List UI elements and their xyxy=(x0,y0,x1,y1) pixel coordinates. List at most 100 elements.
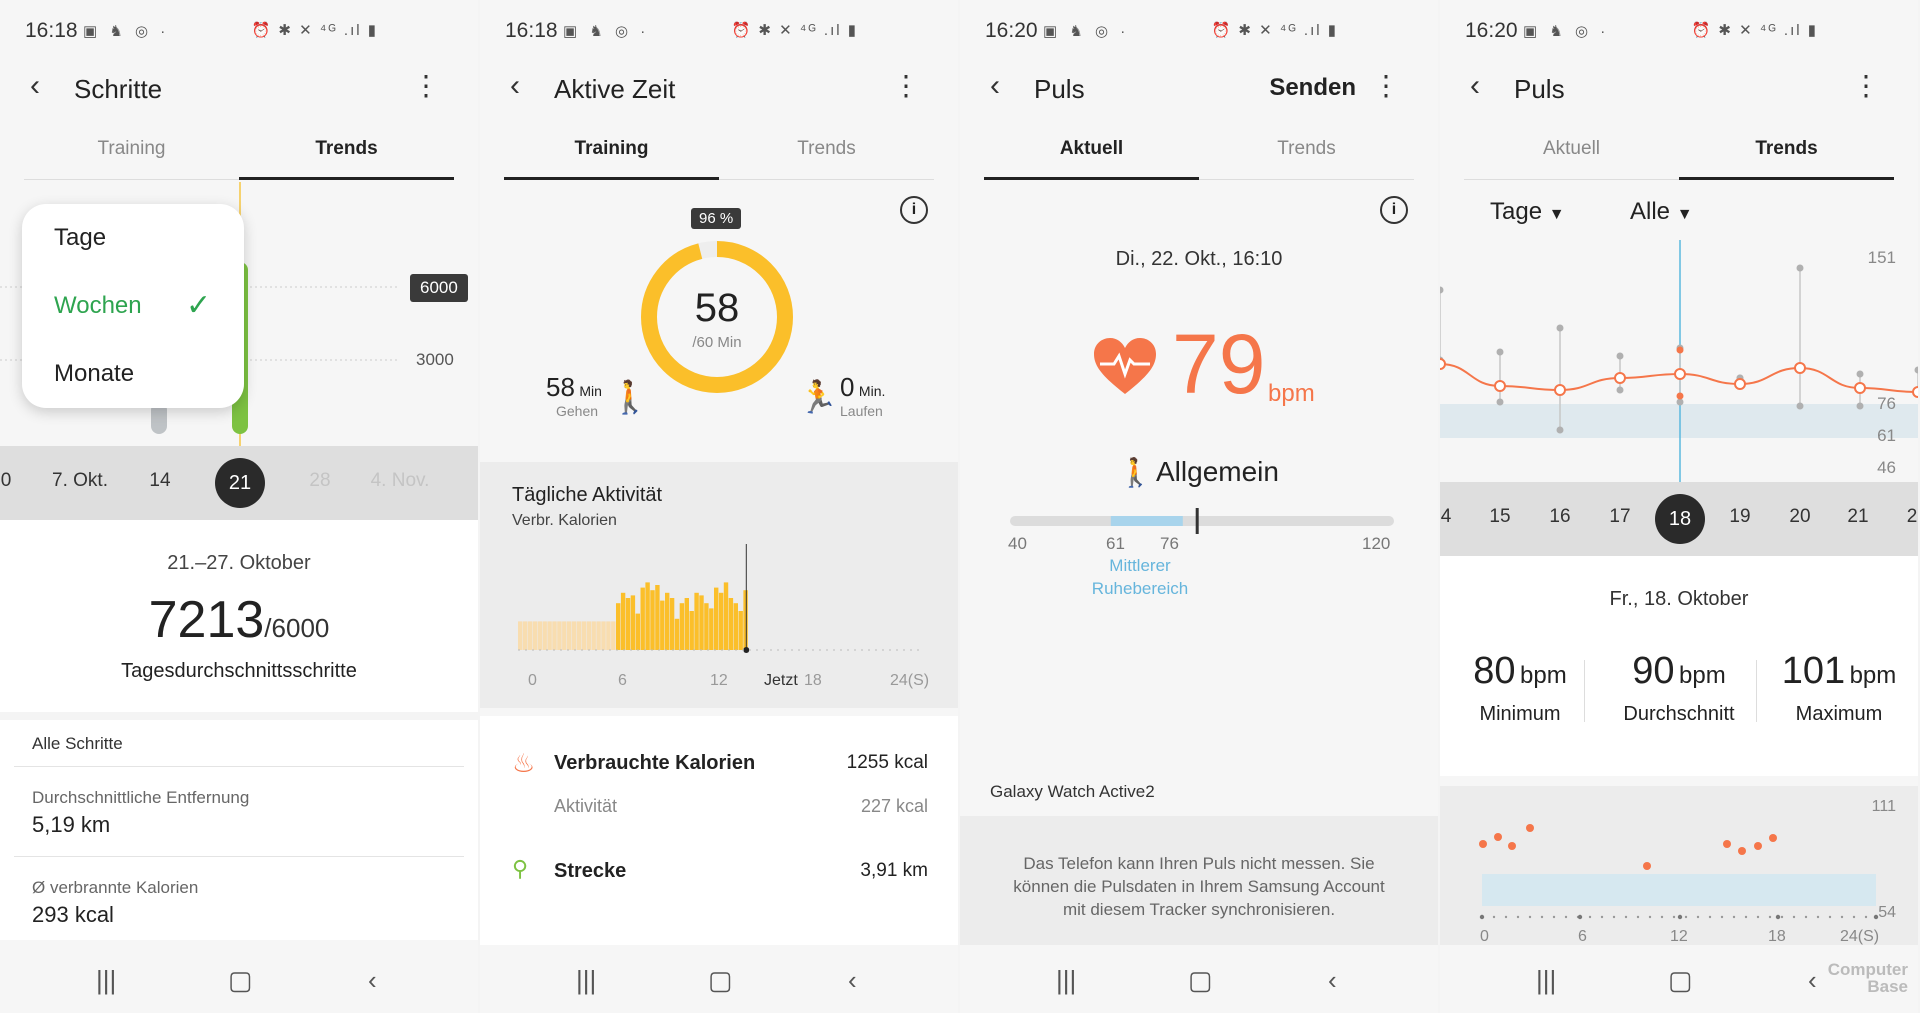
daily-activity-card[interactable]: Tägliche Aktivität Verbr. Kalorien 0 6 1… xyxy=(480,462,958,708)
status-time: 16:20 xyxy=(985,19,1038,42)
back-icon[interactable]: ‹ xyxy=(848,965,857,996)
axis-dot xyxy=(1528,915,1532,919)
menu-item-wochen[interactable]: Wochen xyxy=(54,292,142,320)
back-icon[interactable]: ‹ xyxy=(1470,71,1494,101)
calorie-bar xyxy=(620,592,626,650)
date-item[interactable]: 21 xyxy=(1847,506,1868,528)
date-item[interactable]: 4 xyxy=(1441,506,1452,528)
tab-aktuell[interactable]: Aktuell xyxy=(984,138,1199,180)
calorie-bar xyxy=(567,621,572,650)
home-icon[interactable]: ▢ xyxy=(228,965,253,996)
page-title: Puls xyxy=(1034,74,1085,104)
date-item[interactable]: 15 xyxy=(1489,506,1510,528)
back-icon[interactable]: ‹ xyxy=(990,71,1014,101)
tab-trends[interactable]: Trends xyxy=(239,138,454,180)
more-vertical-icon[interactable]: ⋮ xyxy=(892,72,920,100)
date-item[interactable]: 19 xyxy=(1729,506,1750,528)
walk-value: 58 xyxy=(546,372,575,402)
divider xyxy=(14,766,464,767)
page-title: Puls xyxy=(1514,74,1565,104)
range-max-point xyxy=(1616,352,1624,360)
info-icon[interactable]: i xyxy=(900,196,928,224)
calorie-bar xyxy=(552,621,557,650)
tab-aktuell[interactable]: Aktuell xyxy=(1464,138,1679,180)
recent-apps-icon[interactable]: ||| xyxy=(1536,965,1556,996)
axis-dot xyxy=(1792,915,1796,919)
calorie-bar xyxy=(718,592,724,650)
app-bar: ‹ Schritte ⋮ xyxy=(0,62,478,118)
tab-trends[interactable]: Trends xyxy=(1679,138,1894,180)
recent-apps-icon[interactable]: ||| xyxy=(576,965,596,996)
walk-icon: 🚶 xyxy=(610,379,650,415)
menu-item-monate[interactable]: Monate xyxy=(54,360,134,388)
tab-training[interactable]: Training xyxy=(24,138,239,180)
daily-pulse-card[interactable]: 111 54 0 6 12 18 24(S) xyxy=(1440,786,1918,946)
notification-icons: ▣ ♞ ◎ · xyxy=(563,23,650,40)
day-y-bottom: 54 xyxy=(1878,904,1896,921)
avg-point xyxy=(1494,380,1506,392)
percent-badge: 96 % xyxy=(691,208,742,229)
date-item[interactable]: 20 xyxy=(1789,506,1810,528)
pulse-point xyxy=(1754,842,1762,850)
day-axis-tick: 0 xyxy=(1480,928,1489,945)
date-item[interactable]: 7. Okt. xyxy=(52,470,108,492)
home-icon[interactable]: ▢ xyxy=(1188,965,1213,996)
tab-training[interactable]: Training xyxy=(504,138,719,180)
axis-tick-dot xyxy=(1677,914,1683,920)
rest-range-label-1: Mittlerer xyxy=(1109,556,1171,575)
back-icon[interactable]: ‹ xyxy=(1808,965,1817,996)
axis-dot xyxy=(1828,915,1832,919)
notification-icons: ▣ ♞ ◎ · xyxy=(1523,23,1610,40)
calorie-bar xyxy=(723,582,729,650)
tab-trends[interactable]: Trends xyxy=(1199,138,1414,180)
dropdown-arrow-icon: ▼ xyxy=(1676,206,1693,223)
category-label: Allgemein xyxy=(1156,456,1279,487)
date-item[interactable]: 17 xyxy=(1609,506,1630,528)
calorie-bar xyxy=(586,621,591,650)
selected-date[interactable]: 21 xyxy=(215,458,265,508)
info-icon[interactable]: i xyxy=(1380,196,1408,224)
send-button[interactable]: Senden xyxy=(1269,74,1356,102)
axis-dot xyxy=(1660,915,1664,919)
calorie-bar xyxy=(616,603,621,650)
list-header: Alle Schritte xyxy=(32,734,123,753)
status-time: 16:20 xyxy=(1465,19,1518,42)
more-vertical-icon[interactable]: ⋮ xyxy=(1372,72,1400,100)
back-icon[interactable]: ‹ xyxy=(368,965,377,996)
date-item[interactable]: 16 xyxy=(1549,506,1570,528)
pulse-trends-screen: 16:20 ▣ ♞ ◎ · ⏰ ✱ ✕ ⁴ᴳ .ıl ▮ ‹ Puls ⋮ Ak… xyxy=(1440,0,1918,1013)
period-dropdown[interactable]: Tage ▼ xyxy=(1490,198,1565,226)
calorie-bar xyxy=(674,618,680,650)
back-icon[interactable]: ‹ xyxy=(1328,965,1337,996)
selected-date[interactable]: 18 xyxy=(1655,494,1705,544)
date-item[interactable]: 4. Nov. xyxy=(371,470,430,492)
type-dropdown[interactable]: Alle ▼ xyxy=(1630,198,1693,226)
dropdown-arrow-icon: ▼ xyxy=(1548,206,1565,223)
date-scroller[interactable]: 4 15 16 17 18 19 20 21 2 xyxy=(1440,482,1918,556)
back-icon[interactable]: ‹ xyxy=(510,71,534,101)
home-icon[interactable]: ▢ xyxy=(1668,965,1693,996)
axis-dot xyxy=(1732,915,1736,919)
page-title: Aktive Zeit xyxy=(554,74,676,104)
date-item[interactable]: 2 xyxy=(1907,506,1918,528)
stat-min: 80 bpm Minimum xyxy=(1450,650,1590,726)
more-vertical-icon[interactable]: ⋮ xyxy=(1852,72,1880,100)
axis-dot xyxy=(1864,915,1868,919)
home-icon[interactable]: ▢ xyxy=(708,965,733,996)
calorie-bar xyxy=(733,603,738,650)
notification-icons: ▣ ♞ ◎ · xyxy=(83,23,170,40)
rest-range-label-2: Ruhebereich xyxy=(1091,579,1189,598)
more-vertical-icon[interactable]: ⋮ xyxy=(412,72,440,100)
tab-trends[interactable]: Trends xyxy=(719,138,934,180)
menu-item-tage[interactable]: Tage xyxy=(54,224,106,252)
date-item[interactable]: 14 xyxy=(149,470,170,492)
recent-apps-icon[interactable]: ||| xyxy=(96,965,116,996)
y-label-76: 76 xyxy=(1877,394,1896,413)
date-item[interactable]: 0 xyxy=(1,470,12,492)
avg-point xyxy=(1912,386,1918,398)
recent-apps-icon[interactable]: ||| xyxy=(1056,965,1076,996)
back-icon[interactable]: ‹ xyxy=(30,71,54,101)
date-item[interactable]: 28 xyxy=(309,470,330,492)
date-scroller[interactable]: 0 7. Okt. 14 21 28 4. Nov. xyxy=(0,446,478,520)
axis-dot xyxy=(1636,915,1640,919)
